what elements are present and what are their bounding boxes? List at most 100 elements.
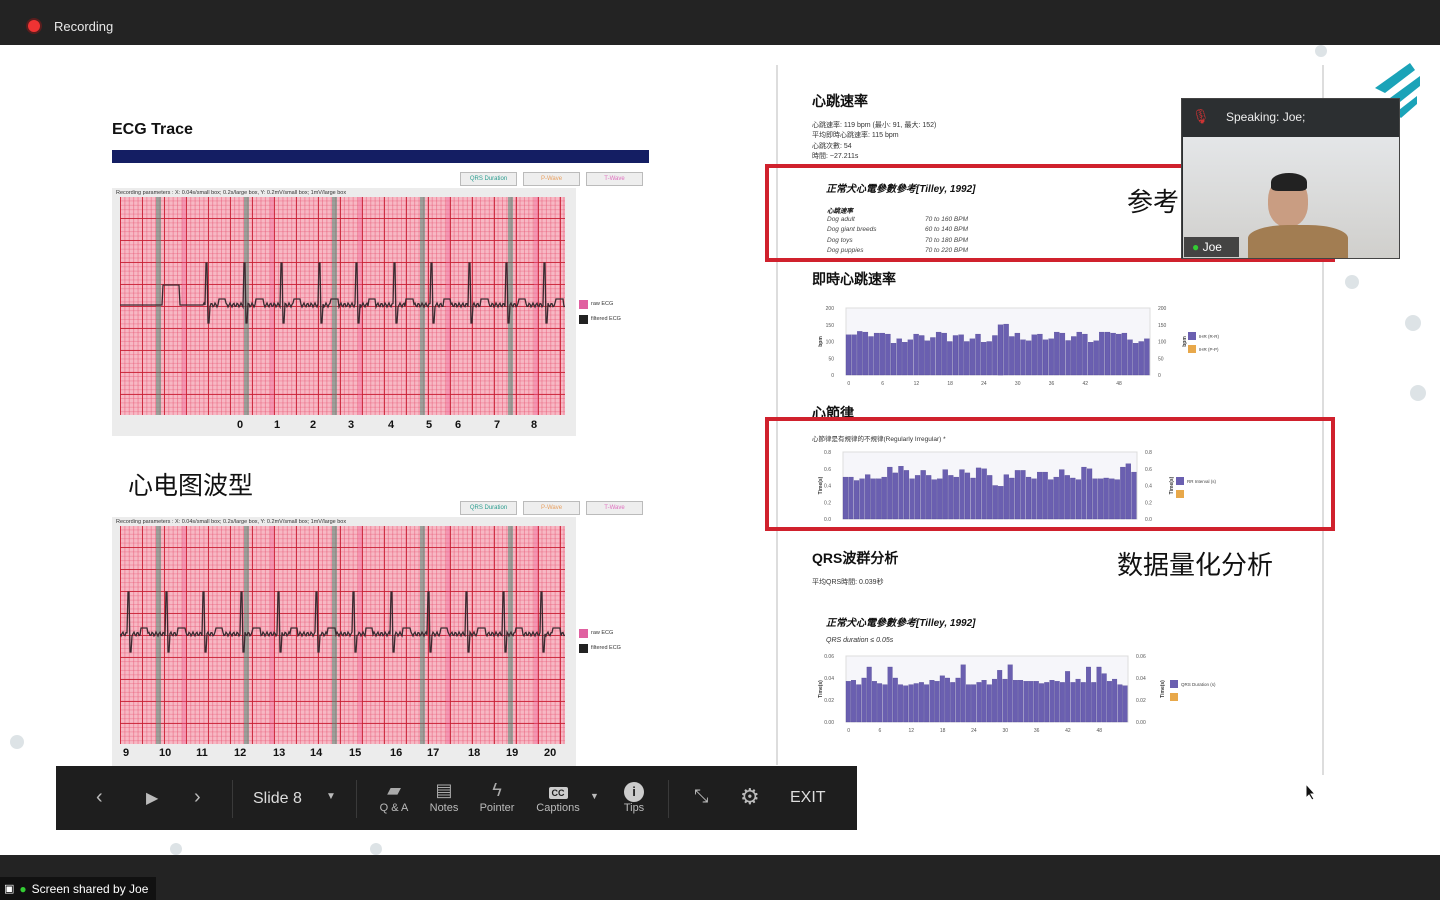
x-tick-label: 30 (1002, 728, 1008, 734)
time-tick-label: 12 (234, 747, 247, 759)
pointer-button[interactable]: ϟ Pointer (476, 780, 518, 814)
bar (955, 677, 961, 723)
bar (862, 331, 869, 376)
bar (1025, 476, 1032, 520)
ecg-grid (120, 526, 565, 744)
bar (1091, 682, 1097, 723)
bar (1020, 339, 1026, 376)
y-tick-label: 150 (1158, 323, 1167, 329)
ecg-title: ECG Trace (112, 121, 193, 138)
ecg-toggle-button[interactable]: T-Wave (586, 501, 643, 515)
tips-label: Tips (623, 802, 645, 814)
notes-button[interactable]: ▤ Notes (426, 780, 462, 814)
time-tick-label: 0 (236, 419, 244, 431)
bar (935, 331, 942, 376)
bar (1125, 463, 1131, 520)
muted-mic-icon[interactable]: 🎙 (1192, 108, 1210, 125)
ref-subtitle: 心跳速率 (827, 208, 853, 215)
next-slide-button[interactable]: › (194, 786, 201, 809)
bar (896, 338, 902, 376)
qa-button[interactable]: ▰ Q & A (378, 780, 410, 814)
captions-label: Captions (536, 802, 580, 814)
y-tick-label: 0.06 (824, 654, 834, 660)
screen-share-indicator[interactable]: ▣ ● Screen shared by Joe (0, 877, 157, 900)
bar (909, 478, 915, 520)
bar (885, 333, 891, 376)
time-tick-label: 14 (310, 747, 323, 759)
mic-icon: ● (1192, 240, 1200, 254)
ref-row-value: 70 to 220 BPM (925, 246, 968, 254)
legend-swatch (579, 315, 588, 324)
speaking-label: Speaking: Joe; (1226, 110, 1306, 124)
bar (913, 683, 919, 723)
x-tick-label: 30 (1015, 381, 1021, 387)
ecg-panel: Recording parameters : X: 0.04s/small bo… (112, 188, 621, 436)
play-button[interactable]: ▶ (146, 788, 158, 808)
screen-share-label: Screen shared by Joe (31, 881, 149, 896)
slide-selector[interactable]: Slide 8 (253, 790, 302, 808)
exit-button[interactable]: EXIT (790, 789, 826, 807)
x-tick-label: 18 (940, 728, 946, 734)
x-tick-label: 48 (1116, 381, 1122, 387)
bar (964, 472, 971, 520)
captions-dropdown[interactable]: ▼ (590, 791, 599, 801)
bar (907, 339, 914, 376)
bar (937, 478, 943, 520)
bar (1110, 332, 1116, 376)
ihr-title: 即時心跳速率 (812, 271, 896, 287)
ref-title: 正常犬心電參數參考[Tilley, 1992] (826, 184, 976, 195)
exit-fullscreen-icon[interactable]: ⤡ (694, 786, 708, 807)
ref-row-label: Dog toys (827, 236, 853, 244)
bar (856, 684, 862, 723)
bar (980, 342, 987, 376)
y-tick-label: 50 (1158, 356, 1164, 362)
ecg-toggle-button[interactable]: QRS Duration (460, 172, 517, 186)
bar (853, 480, 860, 520)
ecg-toggle-button[interactable]: P-Wave (523, 501, 580, 515)
y-tick-label: 0.4 (824, 484, 831, 490)
previous-slide-button[interactable]: ‹ (96, 786, 103, 809)
bar (1092, 478, 1098, 520)
settings-gear-icon[interactable]: ⚙ (740, 784, 760, 810)
recording-parameters: Recording parameters : X: 0.04s/small bo… (116, 190, 347, 196)
ecg-toggle-button[interactable]: P-Wave (523, 172, 580, 186)
bar (1037, 471, 1043, 520)
legend-label: filtered ECG (591, 316, 621, 322)
ref-row-label: Dog puppies (827, 246, 864, 254)
legend-swatch (1188, 345, 1196, 353)
bar (1112, 678, 1118, 723)
ecg-toggle-button[interactable]: T-Wave (586, 172, 643, 186)
legend-swatch (1176, 490, 1184, 498)
ecg-caption: 心电图波型 (128, 472, 254, 500)
bar (958, 334, 964, 376)
legend-swatch (1170, 680, 1178, 688)
legend-label: raw ECG (591, 301, 614, 307)
bar (848, 476, 854, 520)
hr-stats: 心跳速率: 119 bpm (最小: 91, 最大: 152) 平均即時心跳速率… (812, 121, 936, 162)
bar (1007, 664, 1013, 723)
time-tick-label: 2 (309, 419, 317, 431)
ref-row-value: 60 to 140 BPM (925, 226, 968, 234)
bar (920, 470, 926, 520)
captions-button[interactable]: CC Captions (532, 780, 584, 814)
tips-button[interactable]: i Tips (618, 780, 650, 814)
ecg-toggle-button[interactable]: QRS Duration (460, 501, 517, 515)
y-tick-label: 0.2 (824, 500, 831, 506)
video-tile[interactable]: 🎙 Speaking: Joe; ● Joe (1181, 98, 1400, 259)
ref-row-value: 70 to 180 BPM (925, 236, 968, 244)
bar (1121, 332, 1128, 376)
bar (1014, 470, 1021, 520)
bar (1144, 338, 1150, 376)
bar (851, 680, 856, 723)
bar (1009, 336, 1015, 376)
bar (1120, 466, 1126, 520)
chevron-down-icon[interactable]: ▼ (326, 791, 336, 802)
bar (942, 469, 948, 520)
bar (1054, 331, 1060, 376)
legend-label: IHR (R-R) (1199, 334, 1219, 339)
legend-label: filtered ECG (591, 645, 621, 651)
recording-icon (28, 20, 40, 32)
title-bar (112, 150, 649, 163)
top-bar: Recording (0, 0, 1440, 45)
info-icon: i (618, 780, 650, 802)
